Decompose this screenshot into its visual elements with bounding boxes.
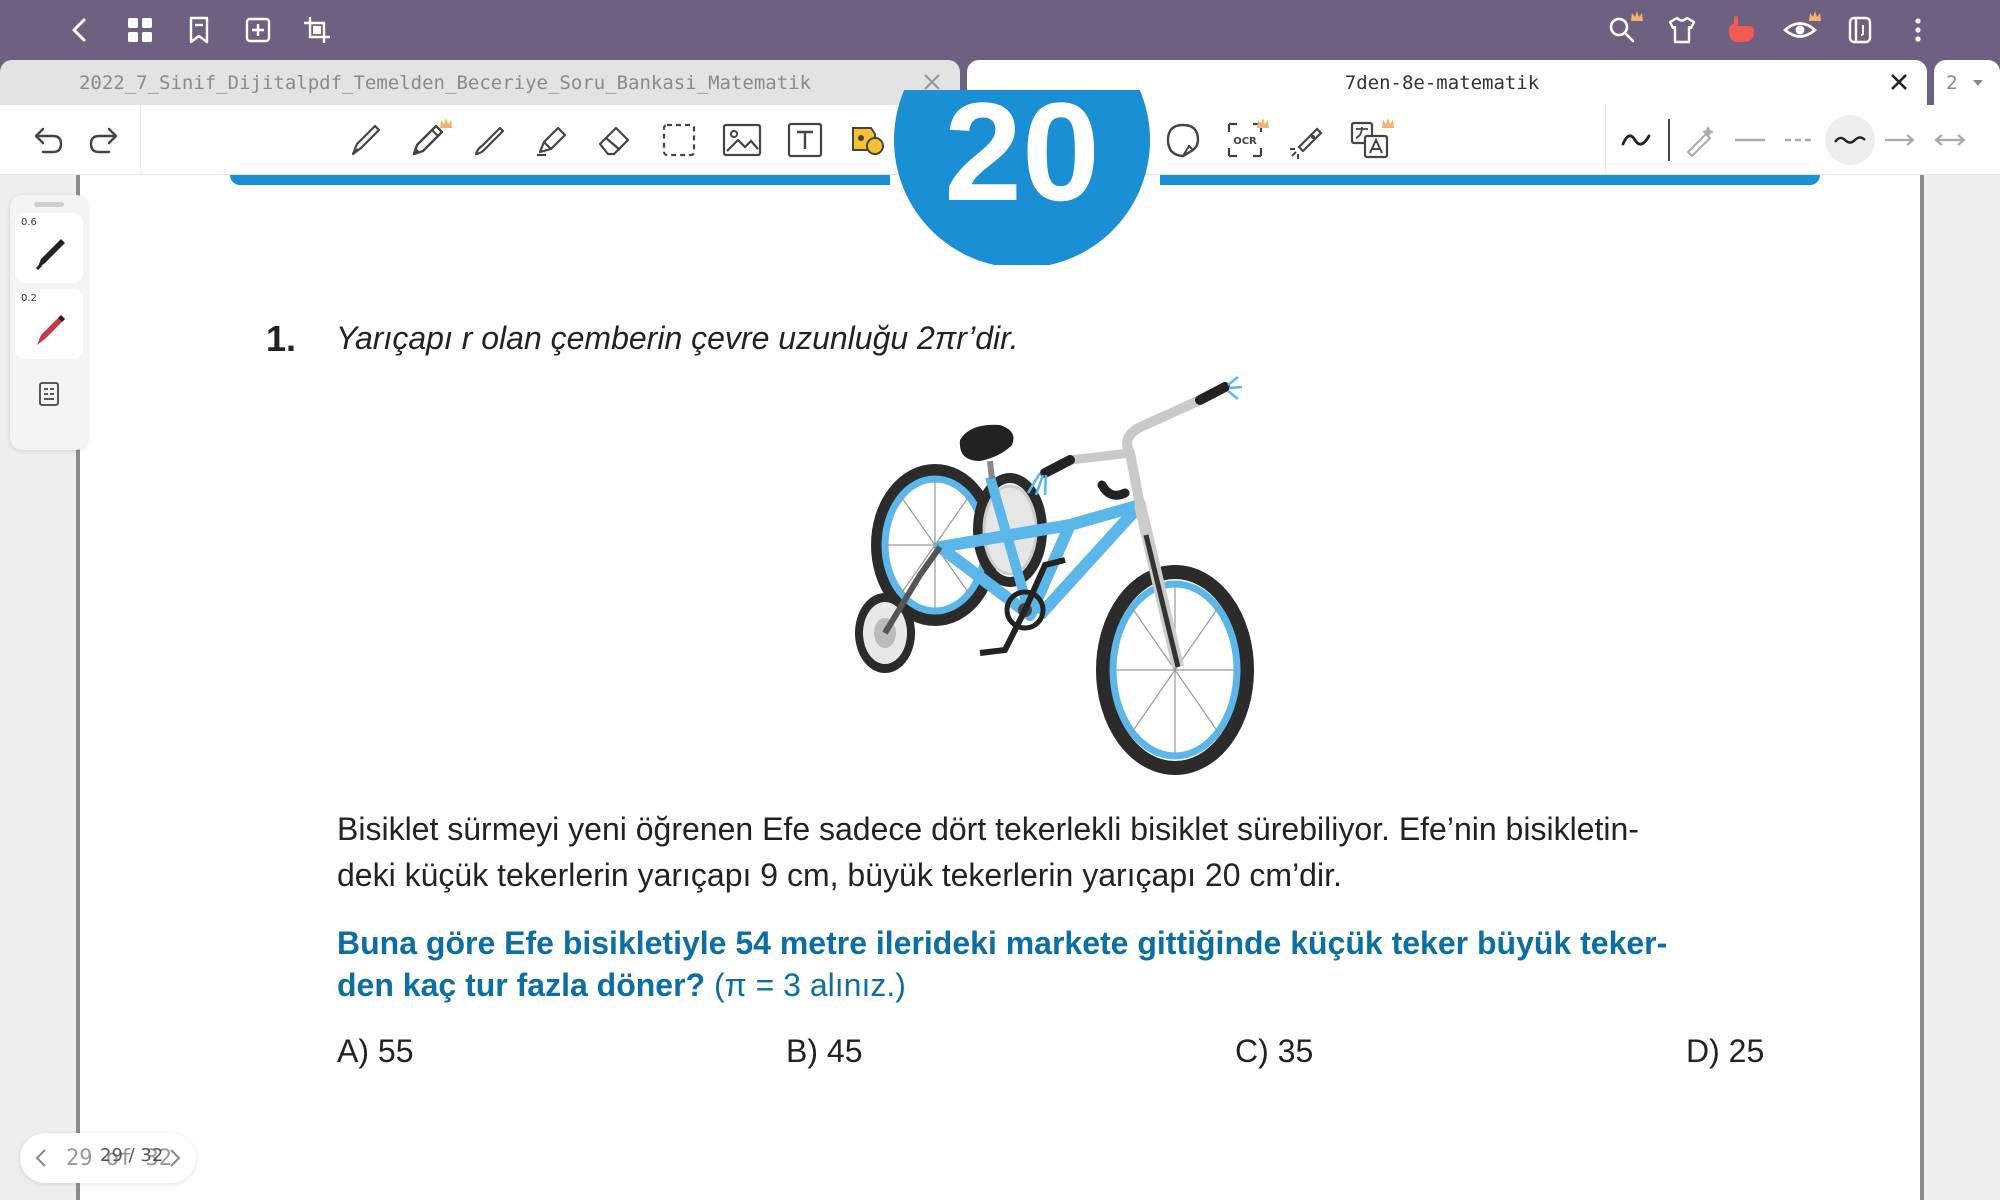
question-body: Bisiklet sürmeyi yeni öğrenen Efe sadece… — [337, 806, 1777, 898]
pen-style-divider — [1668, 119, 1670, 161]
back-icon[interactable] — [58, 8, 102, 52]
lasso-icon[interactable] — [654, 115, 704, 165]
text-box-icon[interactable] — [780, 115, 830, 165]
tab-label: 7den-8e-matematik — [1344, 71, 1540, 94]
premium-crown-icon — [440, 118, 452, 128]
question-number: 1. — [266, 318, 297, 359]
option-b: B) 45 — [786, 1033, 863, 1069]
tab-document-1[interactable]: 2022_7_Sinif_Dijitalpdf_Temelden_Beceriy… — [0, 60, 960, 105]
close-icon[interactable] — [1887, 70, 1911, 94]
notebook-icon[interactable] — [1838, 8, 1882, 52]
pen-black-icon — [35, 239, 65, 271]
premium-crown-icon — [1382, 118, 1394, 128]
highlighter-icon[interactable] — [527, 115, 577, 165]
option-a: A) 55 — [337, 1033, 414, 1069]
page-navigator: 29 of 32 29 / 32 — [20, 1133, 196, 1183]
bicycle-illustration — [855, 376, 1254, 775]
page-number-badge-text: 20 — [944, 90, 1100, 230]
eye-icon[interactable] — [1778, 8, 1822, 52]
stroke-smooth-icon[interactable] — [1612, 115, 1662, 165]
chevron-down-icon — [1973, 79, 1984, 86]
grid-icon[interactable] — [118, 8, 162, 52]
pen-preset-1[interactable]: 0.6 — [15, 213, 83, 283]
chevron-right-icon[interactable] — [168, 1147, 182, 1169]
ocr-icon[interactable]: OCR — [1220, 115, 1270, 165]
hand-icon[interactable] — [1718, 8, 1762, 52]
page-banner-band — [1160, 175, 1820, 185]
toolbar-divider — [1605, 105, 1606, 175]
premium-crown-icon — [1809, 11, 1821, 21]
premium-crown-icon — [1631, 11, 1643, 21]
question-premise: Yarıçapı r olan çemberin çevre uzunluğu … — [336, 320, 1019, 356]
redo-icon[interactable] — [80, 115, 130, 165]
eraser-icon[interactable] — [589, 115, 639, 165]
undo-icon[interactable] — [22, 115, 72, 165]
premium-crown-icon — [1257, 118, 1269, 128]
bookmark-icon[interactable] — [177, 8, 221, 52]
option-d: D) 25 — [1686, 1033, 1765, 1069]
pen-tip-icon[interactable] — [1675, 115, 1725, 165]
page-number-badge: 20 — [894, 90, 1150, 265]
chevron-left-icon[interactable] — [34, 1147, 48, 1169]
add-page-icon[interactable] — [236, 8, 280, 52]
image-icon[interactable] — [717, 115, 767, 165]
tab-label: 2022_7_Sinif_Dijitalpdf_Temelden_Beceriy… — [78, 71, 812, 94]
pen-quick-panel: 0.6 0.2 — [10, 195, 88, 450]
toolbar-divider — [140, 105, 141, 175]
pencil-icon[interactable] — [403, 115, 453, 165]
tab-overflow-button[interactable]: 2 — [1934, 60, 2000, 105]
question-body-line: Bisiklet sürmeyi yeni öğrenen Efe sadece… — [337, 811, 1639, 847]
shape-icon[interactable] — [1158, 115, 1208, 165]
search-icon[interactable] — [1600, 8, 1644, 52]
layout-list-icon[interactable] — [37, 381, 61, 407]
pen-preset-2[interactable]: 0.2 — [15, 289, 83, 359]
question-prompt-line: Buna göre Efe bisikletiyle 54 metre iler… — [337, 925, 1668, 961]
arrow-icon[interactable] — [1875, 115, 1925, 165]
brush-icon[interactable] — [465, 115, 515, 165]
pen-size-label: 0.6 — [21, 217, 37, 228]
option-c: C) 35 — [1235, 1033, 1314, 1069]
pen-red-icon — [37, 315, 65, 345]
tab-overflow-count: 2 — [1946, 71, 1958, 94]
question-hint: (π = 3 alınız.) — [713, 967, 906, 1003]
page-indicator-overlay: 29 / 32 — [100, 1145, 164, 1166]
question-prompt: Buna göre Efe bisikletiyle 54 metre iler… — [337, 922, 1777, 1006]
svg-text:OCR: OCR — [1233, 136, 1257, 147]
shirt-icon[interactable] — [1660, 8, 1704, 52]
line-solid-icon[interactable] — [1725, 115, 1775, 165]
double-arrow-icon[interactable] — [1925, 115, 1975, 165]
page-banner-band — [230, 175, 890, 185]
more-icon[interactable] — [1896, 8, 1940, 52]
app-top-bar — [0, 0, 2000, 58]
page-current: 29 — [66, 1146, 93, 1171]
translate-icon[interactable] — [1345, 115, 1395, 165]
question-body-line: deki küçük tekerlerin yarıçapı 9 cm, büy… — [337, 857, 1342, 893]
question-prompt-line: den kaç tur fazla döner? — [337, 967, 706, 1003]
crop-icon[interactable] — [295, 8, 339, 52]
line-wavy-icon[interactable] — [1825, 115, 1875, 165]
laser-icon[interactable] — [1283, 115, 1333, 165]
line-dashed-icon[interactable] — [1775, 115, 1825, 165]
pen-size-label: 0.2 — [21, 293, 37, 304]
drag-handle[interactable] — [34, 202, 64, 207]
fountain-pen-icon[interactable] — [340, 115, 390, 165]
